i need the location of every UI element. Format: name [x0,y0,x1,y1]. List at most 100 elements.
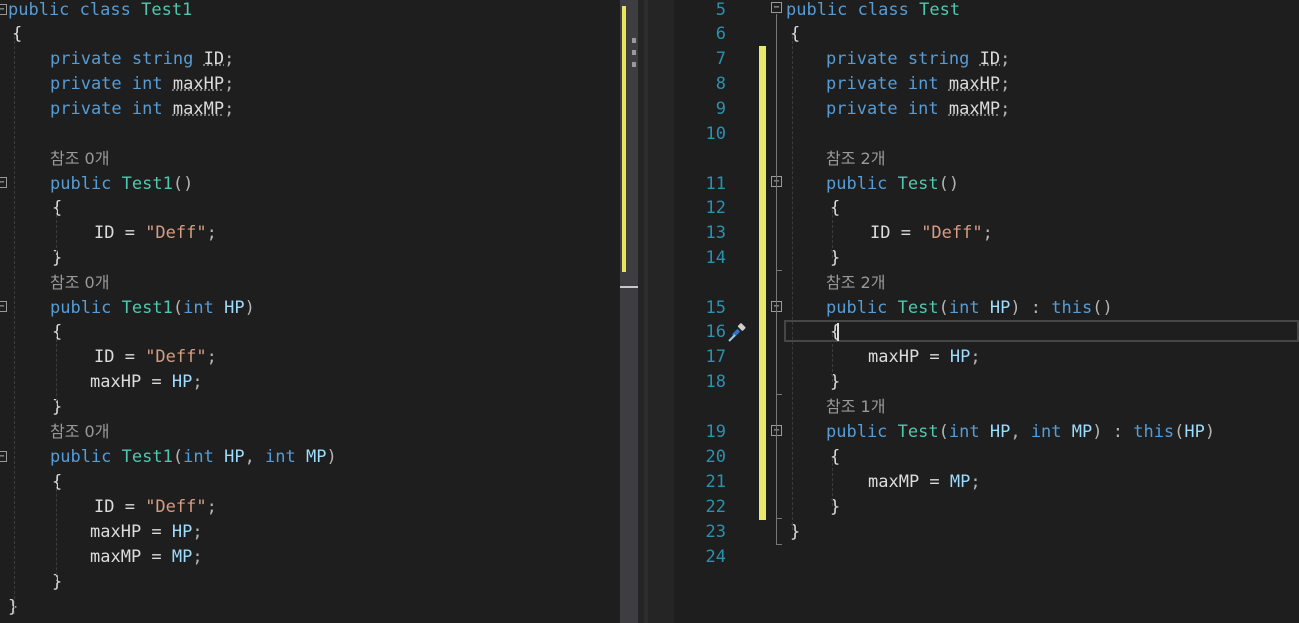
code-line[interactable]: maxMP = MP; [868,470,981,494]
codelens-reference-count[interactable]: 참조 2개 [826,149,885,168]
line-number: 17 [705,347,726,367]
code-line[interactable]: private int maxHP; [826,72,1010,96]
scrollbar-position-indicator[interactable] [620,286,638,288]
editor-splitter[interactable] [620,0,674,623]
code-line[interactable]: public Test1() [50,172,193,196]
code-token: HP [1184,422,1205,442]
code-line[interactable]: private int maxMP; [826,97,1010,121]
code-line[interactable]: public class Test1 [8,0,192,22]
code-token: ID = [94,223,146,243]
code-line[interactable]: { [52,320,62,344]
code-line[interactable]: maxHP = HP; [868,345,981,369]
code-line[interactable]: private string ID; [826,47,1010,71]
collapse-toggle[interactable]: − [0,451,7,462]
line-number: 20 [705,447,726,467]
outline-bracket [776,312,777,394]
collapse-toggle[interactable]: − [0,177,7,188]
code-line[interactable]: } [52,570,62,594]
code-token: ( [938,422,949,442]
code-token: HP [949,347,971,367]
screwdriver-icon[interactable] [726,322,750,344]
code-line[interactable]: ID = "Deff"; [870,221,993,245]
code-line[interactable]: private int maxHP; [50,72,234,96]
right-editor-pane[interactable]: 5 6 7 8 9 10 11 12 13 14 15 16 17 18 19 20 21 22 23 24 publ… [674,0,1299,623]
indent-guide [14,36,15,614]
pane-divider[interactable] [644,0,648,623]
outline-bracket-end [776,544,782,545]
code-token: ; [192,522,203,542]
code-line[interactable]: public Test(int HP, int MP) : this(HP) [826,420,1215,444]
line-number: 24 [705,547,726,567]
code-line[interactable]: { [52,196,62,220]
outline-bracket-end [776,394,782,395]
code-token: ID [203,49,225,69]
line-number: 15 [705,298,726,318]
code-line[interactable]: public Test1(int HP, int MP) [50,445,337,469]
code-token: Test [919,0,961,20]
code-token: int [948,298,980,318]
collapse-toggle[interactable]: − [0,301,7,312]
code-token: private [50,74,122,94]
code-line[interactable]: ID = "Deff"; [94,495,217,519]
code-line[interactable]: public class Test [786,0,960,22]
code-line[interactable]: 참조 0개 [50,271,109,295]
line-number: 12 [705,198,726,218]
code-line[interactable]: ID = "Deff"; [94,345,217,369]
code-token: ( [172,447,184,467]
line-number: 8 [715,74,726,94]
collapse-toggle[interactable]: − [771,2,782,13]
code-token: ; [206,347,217,367]
code-line[interactable]: public Test() [826,172,959,196]
code-line[interactable]: 참조 0개 [50,147,109,171]
code-token: maxMP [948,99,1001,119]
line-number: 9 [715,99,726,119]
code-line[interactable]: maxHP = HP; [90,370,203,394]
code-token: int [907,99,939,119]
code-line[interactable]: ID = "Deff"; [94,221,217,245]
code-line[interactable]: public Test1(int HP) [50,296,255,320]
code-line[interactable]: private string ID; [50,47,234,71]
code-line[interactable]: 참조 0개 [50,420,109,444]
code-token: } [52,397,63,417]
code-line[interactable]: } [52,246,62,270]
code-line[interactable]: public Test(int HP) : this() [826,296,1113,320]
code-token: } [52,248,63,268]
code-token: "Deff" [145,497,207,517]
collapse-toggle[interactable]: − [0,4,7,15]
code-line[interactable]: 참조 2개 [826,147,885,171]
code-line[interactable]: { [52,470,62,494]
code-line[interactable]: 참조 1개 [826,395,885,419]
code-token: int [265,447,296,467]
code-line[interactable]: } [52,395,62,419]
code-line[interactable]: private int maxMP; [50,97,234,121]
code-token: ; [970,472,981,492]
code-line[interactable]: maxMP = MP; [90,545,203,569]
codelens-reference-count[interactable]: 참조 0개 [50,422,109,441]
code-line[interactable]: maxHP = HP; [90,520,203,544]
codelens-reference-count[interactable]: 참조 2개 [826,273,885,292]
code-token: maxHP = [90,372,172,392]
code-token: int [183,447,214,467]
code-token: "Deff" [145,347,207,367]
line-number: 5 [715,0,726,20]
codelens-reference-count[interactable]: 참조 0개 [50,273,109,292]
line-number: 7 [715,49,726,69]
code-token: ID = [870,223,922,243]
code-token: public [826,174,888,194]
code-token: private [50,99,122,119]
code-token: ; [224,74,235,94]
codelens-reference-count[interactable]: 참조 0개 [50,149,109,168]
left-vertical-scrollbar[interactable] [620,0,638,623]
code-line[interactable]: 참조 2개 [826,271,885,295]
code-token: maxHP = [868,347,950,367]
codelens-reference-count[interactable]: 참조 1개 [826,397,885,416]
code-token: maxMP [172,99,225,119]
left-editor-pane[interactable]: public class Test1{private string ID; pri… [0,0,620,623]
